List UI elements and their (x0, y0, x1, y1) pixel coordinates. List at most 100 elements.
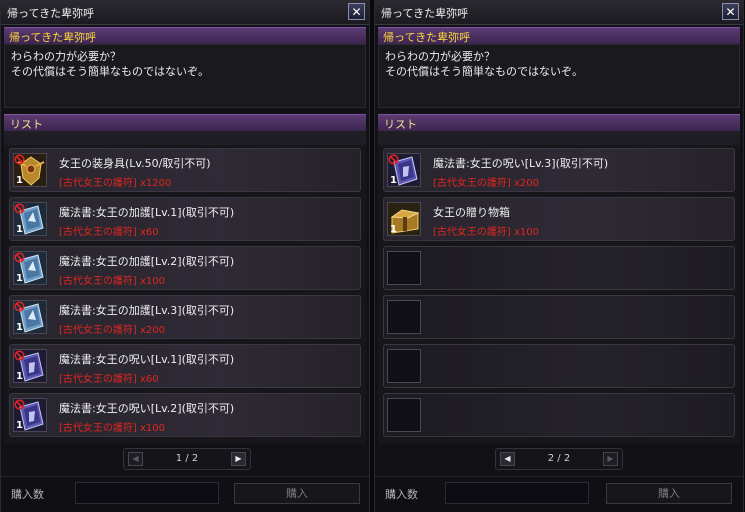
cost-quantity: x100 (514, 227, 540, 238)
list-item[interactable]: 1 魔法書:女王の加護[Lv.2](取引不可) [古代女王の護符] x100 (9, 246, 361, 290)
cost-quantity: x200 (514, 178, 540, 189)
cost-item-name: [古代女王の護符] (59, 178, 137, 189)
list-subheader (378, 131, 740, 145)
item-quantity: 1 (390, 175, 397, 186)
arrow-right-icon: ▶ (235, 454, 242, 463)
list-label: リスト (10, 118, 43, 131)
list-header: リスト (378, 114, 740, 131)
next-page-button[interactable]: ▶ (231, 452, 246, 466)
no-trade-icon (14, 154, 25, 165)
arrow-right-icon: ▶ (607, 454, 614, 463)
npc-name-bar: 帰ってきた卑弥呼 (378, 27, 740, 44)
item-cost: [古代女王の護符] x1200 (59, 174, 171, 189)
empty-slot (383, 246, 735, 290)
item-cost: [古代女王の護符] x200 (433, 174, 539, 189)
item-cost: [古代女王の護符] x60 (59, 223, 159, 238)
item-list: 1 女王の装身具(Lv.50/取引不可) [古代女王の護符] x1200 1 魔… (4, 131, 366, 444)
no-trade-icon (14, 203, 25, 214)
no-trade-icon (14, 301, 25, 312)
npc-name: 帰ってきた卑弥呼 (383, 31, 471, 44)
item-cost: [古代女王の護符] x100 (433, 223, 539, 238)
dialog-line: わらわの力が必要か？ (385, 50, 495, 63)
item-quantity: 1 (16, 420, 23, 431)
empty-slot (383, 393, 735, 437)
cost-item-name: [古代女王の護符] (59, 325, 137, 336)
list-item[interactable]: 1 魔法書:女王の呪い[Lv.3](取引不可) [古代女王の護符] x200 (383, 148, 735, 192)
purple-spellbook-icon: 1 (13, 349, 47, 383)
shop-window-right: 帰ってきた卑弥呼 ✕ 帰ってきた卑弥呼 わらわの力が必要か？ その代償はそう簡単… (374, 0, 744, 512)
golden-armor-icon: 1 (13, 153, 47, 187)
purchase-quantity-label: 購入数 (11, 488, 44, 501)
shop-window-left: 帰ってきた卑弥呼 ✕ 帰ってきた卑弥呼 わらわの力が必要か？ その代償はそう簡単… (0, 0, 370, 512)
cost-quantity: x100 (140, 276, 166, 287)
npc-name-bar: 帰ってきた卑弥呼 (4, 27, 366, 44)
purchase-quantity-input[interactable] (75, 482, 219, 504)
list-item[interactable]: 1 魔法書:女王の加護[Lv.1](取引不可) [古代女王の護符] x60 (9, 197, 361, 241)
list-item[interactable]: 1 魔法書:女王の呪い[Lv.1](取引不可) [古代女王の護符] x60 (9, 344, 361, 388)
list-item[interactable]: 1 女王の贈り物箱 [古代女王の護符] x100 (383, 197, 735, 241)
cost-quantity: x100 (140, 423, 166, 434)
item-name: 魔法書:女王の加護[Lv.3](取引不可) (59, 304, 235, 317)
purchase-footer: 購入数 購入 (375, 476, 743, 512)
npc-dialog: わらわの力が必要か？ その代償はそう簡単なものではないぞ。 (4, 44, 366, 108)
no-trade-icon (14, 252, 25, 263)
item-name: 魔法書:女王の呪い[Lv.2](取引不可) (59, 402, 235, 415)
empty-icon-slot (387, 349, 421, 383)
npc-name: 帰ってきた卑弥呼 (9, 31, 97, 44)
window-title: 帰ってきた卑弥呼 (381, 7, 469, 20)
purchase-button[interactable]: 購入 (606, 483, 732, 504)
purchase-quantity-label: 購入数 (385, 488, 418, 501)
purchase-button[interactable]: 購入 (234, 483, 360, 504)
item-name: 魔法書:女王の加護[Lv.1](取引不可) (59, 206, 235, 219)
cost-quantity: x60 (140, 227, 159, 238)
item-cost: [古代女王の護符] x60 (59, 370, 159, 385)
item-name: 女王の装身具(Lv.50/取引不可) (59, 157, 211, 170)
item-quantity: 1 (16, 175, 23, 186)
cost-item-name: [古代女王の護符] (433, 227, 511, 238)
npc-dialog: わらわの力が必要か？ その代償はそう簡単なものではないぞ。 (378, 44, 740, 108)
empty-icon-slot (387, 398, 421, 432)
close-button[interactable]: ✕ (348, 3, 365, 20)
no-trade-icon (14, 350, 25, 361)
blue-spellbook-icon: 1 (13, 251, 47, 285)
purple-spellbook-icon: 1 (387, 153, 421, 187)
empty-slot (383, 295, 735, 339)
dialog-line: わらわの力が必要か？ (11, 50, 121, 63)
item-cost: [古代女王の護符] x200 (59, 321, 165, 336)
item-name: 魔法書:女王の呪い[Lv.1](取引不可) (59, 353, 235, 366)
gift-box-icon: 1 (387, 202, 421, 236)
cost-quantity: x1200 (140, 178, 172, 189)
purchase-quantity-input[interactable] (445, 482, 589, 504)
item-quantity: 1 (16, 322, 23, 333)
item-quantity: 1 (16, 371, 23, 382)
empty-slot (383, 344, 735, 388)
next-page-button[interactable]: ▶ (603, 452, 618, 466)
cost-quantity: x200 (140, 325, 166, 336)
list-item[interactable]: 1 女王の装身具(Lv.50/取引不可) [古代女王の護符] x1200 (9, 148, 361, 192)
pagination: ◀ 2 / 2 ▶ (495, 448, 623, 470)
window-title: 帰ってきた卑弥呼 (7, 7, 95, 20)
item-name: 魔法書:女王の呪い[Lv.3](取引不可) (433, 157, 609, 170)
cost-item-name: [古代女王の護符] (59, 227, 137, 238)
purchase-footer: 購入数 購入 (1, 476, 369, 512)
close-button[interactable]: ✕ (722, 3, 739, 20)
title-bar[interactable]: 帰ってきた卑弥呼 ✕ (1, 0, 369, 25)
list-header: リスト (4, 114, 366, 131)
item-quantity: 1 (16, 273, 23, 284)
no-trade-icon (388, 154, 399, 165)
pagination: ◀ 1 / 2 ▶ (123, 448, 251, 470)
item-list: 1 魔法書:女王の呪い[Lv.3](取引不可) [古代女王の護符] x200 1… (378, 131, 740, 444)
item-cost: [古代女王の護符] x100 (59, 272, 165, 287)
list-item[interactable]: 1 魔法書:女王の加護[Lv.3](取引不可) [古代女王の護符] x200 (9, 295, 361, 339)
item-name: 女王の贈り物箱 (433, 206, 510, 219)
item-name: 魔法書:女王の加護[Lv.2](取引不可) (59, 255, 235, 268)
cost-item-name: [古代女王の護符] (59, 423, 137, 434)
list-subheader (4, 131, 366, 145)
empty-icon-slot (387, 300, 421, 334)
item-quantity: 1 (16, 224, 23, 235)
item-cost: [古代女王の護符] x100 (59, 419, 165, 434)
cost-item-name: [古代女王の護符] (59, 374, 137, 385)
empty-icon-slot (387, 251, 421, 285)
title-bar[interactable]: 帰ってきた卑弥呼 ✕ (375, 0, 743, 25)
list-item[interactable]: 1 魔法書:女王の呪い[Lv.2](取引不可) [古代女王の護符] x100 (9, 393, 361, 437)
